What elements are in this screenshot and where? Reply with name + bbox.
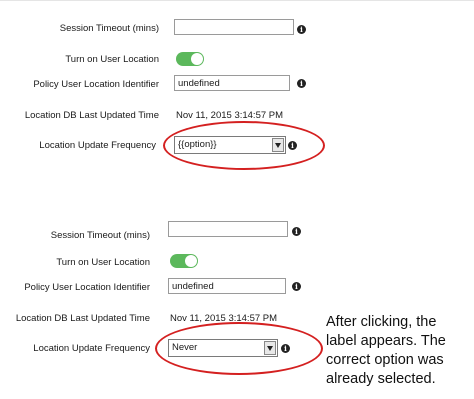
db-updated-value: Nov 11, 2015 3:14:57 PM [176, 110, 284, 121]
policy-identifier-row: Policy User Location Identifier undefine… [0, 75, 474, 97]
annotation-note: After clicking, the label appears. The c… [326, 314, 446, 387]
top-divider [0, 0, 474, 1]
user-location-toggle[interactable] [170, 254, 198, 268]
info-icon[interactable]: i [297, 79, 306, 88]
info-icon[interactable]: i [292, 282, 301, 291]
policy-identifier-label: Policy User Location Identifier [24, 282, 150, 293]
session-timeout-input[interactable] [168, 221, 288, 237]
db-updated-label: Location DB Last Updated Time [24, 110, 159, 121]
info-icon[interactable]: i [292, 227, 301, 236]
session-timeout-label: Session Timeout (mins) [50, 230, 150, 241]
user-location-toggle[interactable] [176, 52, 204, 66]
highlight-oval [155, 322, 323, 375]
user-location-row: Turn on User Location [0, 253, 474, 275]
user-location-label: Turn on User Location [56, 257, 150, 268]
session-timeout-label: Session Timeout (mins) [59, 23, 159, 34]
db-updated-label: Location DB Last Updated Time [15, 313, 150, 324]
update-frequency-label: Location Update Frequency [39, 140, 156, 151]
user-location-row: Turn on User Location [0, 50, 474, 72]
update-frequency-label: Location Update Frequency [33, 343, 150, 354]
info-icon[interactable]: i [297, 25, 306, 34]
toggle-knob [191, 53, 203, 65]
policy-identifier-label: Policy User Location Identifier [33, 79, 159, 90]
highlight-oval [163, 121, 325, 170]
session-timeout-row: Session Timeout (mins) i [0, 19, 474, 41]
user-location-label: Turn on User Location [65, 54, 159, 65]
policy-identifier-input[interactable]: undefined [174, 75, 290, 91]
policy-identifier-row: Policy User Location Identifier undefine… [0, 278, 474, 300]
toggle-knob [185, 255, 197, 267]
session-timeout-row: Session Timeout (mins) i [0, 221, 474, 248]
policy-identifier-input[interactable]: undefined [168, 278, 286, 294]
session-timeout-input[interactable] [174, 19, 294, 35]
